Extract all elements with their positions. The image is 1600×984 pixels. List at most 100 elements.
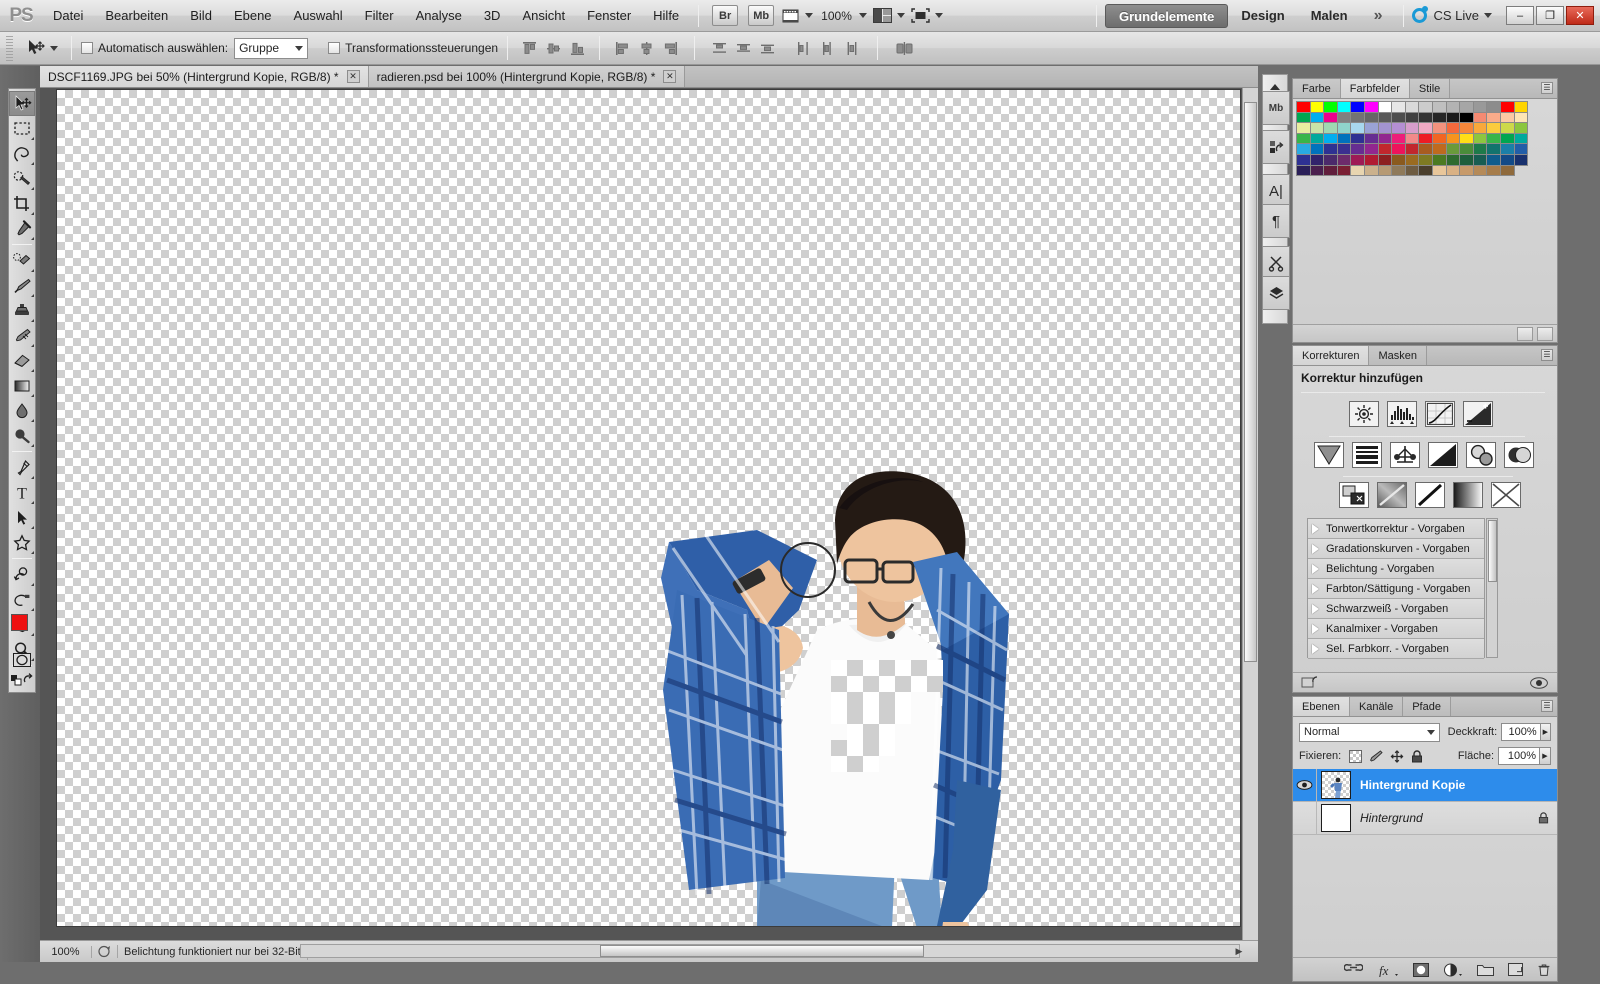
color-swatch[interactable] (1323, 164, 1338, 177)
tab-korrekturen[interactable]: Korrekturen (1293, 346, 1370, 365)
menu-datei[interactable]: Datei (42, 0, 94, 32)
rail-history-icon[interactable] (1262, 130, 1290, 164)
color-swatch[interactable] (1445, 164, 1461, 177)
opacity-field[interactable]: 100% (1501, 723, 1541, 741)
link-layers-icon[interactable] (1344, 963, 1363, 976)
color-swatch[interactable] (1431, 164, 1447, 177)
cs-live-button[interactable]: CS Live (1412, 6, 1492, 23)
tool-default-colors-and-swap[interactable] (9, 669, 35, 689)
auto-align-layers-icon[interactable] (893, 37, 915, 59)
photo-filter-icon[interactable] (1466, 442, 1496, 468)
preset-row[interactable]: Kanalmixer - Vorgaben (1308, 619, 1484, 639)
tool-pen[interactable] (9, 455, 35, 480)
document-tab-dscf1169[interactable]: DSCF1169.JPG bei 50% (Hintergrund Kopie,… (40, 66, 369, 87)
document-window[interactable] (56, 89, 1241, 927)
rail-3d-panel-icon[interactable] (1262, 276, 1290, 310)
invert-icon[interactable] (1339, 482, 1369, 508)
presets-scrollbar[interactable] (1486, 518, 1498, 658)
tool-lasso[interactable] (9, 141, 35, 166)
gradient-map-icon[interactable] (1453, 482, 1483, 508)
color-swatch[interactable] (1418, 164, 1433, 177)
lock-position-icon[interactable] (1390, 749, 1404, 763)
status-zoom-value[interactable]: 100% (40, 945, 92, 958)
color-swatch[interactable] (1404, 164, 1420, 177)
rail-character-panel-icon[interactable]: A| (1262, 174, 1290, 208)
launch-mini-bridge-button[interactable]: Mb (748, 5, 775, 26)
opacity-stepper-icon[interactable]: ▶ (1540, 723, 1551, 741)
panel-menu-icon[interactable]: ☰ (1541, 349, 1553, 361)
preset-row[interactable]: Schwarzweiß - Vorgaben (1308, 599, 1484, 619)
color-swatch[interactable] (1350, 164, 1365, 177)
new-adjustment-layer-icon[interactable] (1443, 963, 1463, 977)
toggle-layer-visibility-icon[interactable] (1529, 676, 1549, 690)
document-tab-radieren[interactable]: radieren.psd bei 100% (Hintergrund Kopie… (368, 66, 686, 87)
black-white-icon[interactable] (1428, 442, 1458, 468)
menu-ansicht[interactable]: Ansicht (511, 0, 576, 32)
tab-pfade[interactable]: Pfade (1403, 697, 1451, 716)
color-balance-icon[interactable] (1390, 442, 1420, 468)
distribute-vcenter-icon[interactable] (732, 37, 754, 59)
tab-farbfelder[interactable]: Farbfelder (1340, 79, 1410, 98)
preset-row[interactable]: Farbton/Sättigung - Vorgaben (1308, 579, 1484, 599)
window-restore-button[interactable]: ❐ (1536, 6, 1564, 25)
color-swatch[interactable] (1377, 164, 1393, 177)
delete-swatch-icon[interactable] (1537, 326, 1553, 341)
rail-scissors-icon[interactable] (1262, 246, 1290, 280)
preset-row[interactable]: Sel. Farbkorr. - Vorgaben (1308, 639, 1484, 659)
tool-move[interactable] (9, 91, 35, 116)
distribute-right-icon[interactable] (840, 37, 862, 59)
lock-all-icon[interactable] (1411, 749, 1423, 763)
arrange-documents-button[interactable] (872, 4, 905, 28)
tool-3d-camera-rotate[interactable] (9, 587, 35, 612)
canvas-vscroll-thumb[interactable] (1244, 102, 1257, 662)
menu-bearbeiten[interactable]: Bearbeiten (94, 0, 179, 32)
layer-visibility-toggle[interactable] (1293, 768, 1317, 802)
layer-visibility-toggle[interactable] (1293, 801, 1317, 835)
tool-spot-healing-brush[interactable] (9, 248, 35, 273)
menu-auswahl[interactable]: Auswahl (283, 0, 354, 32)
tool-3d-object-rotate[interactable] (9, 562, 35, 587)
canvas-hscroll-thumb[interactable] (600, 945, 924, 957)
layer-row-hintergrund-kopie[interactable]: Hintergrund Kopie (1293, 768, 1557, 802)
align-horizontal-centers-icon[interactable] (635, 37, 657, 59)
current-tool-preset-picker[interactable] (21, 38, 62, 58)
menu-bild[interactable]: Bild (179, 0, 223, 32)
brightness-contrast-icon[interactable] (1349, 401, 1379, 427)
color-swatch[interactable] (1513, 153, 1529, 166)
return-to-adjustment-list-icon[interactable] (1301, 675, 1319, 690)
fill-stepper-icon[interactable]: ▶ (1540, 747, 1551, 765)
fill-field[interactable]: 100% (1498, 747, 1540, 765)
posterize-icon[interactable] (1377, 482, 1407, 508)
workspace-design[interactable]: Design (1228, 4, 1297, 28)
auto-select-scope-dropdown[interactable]: Gruppe (234, 37, 309, 59)
menu-hilfe[interactable]: Hilfe (642, 0, 690, 32)
launch-bridge-button[interactable]: Br (712, 5, 739, 26)
exposure-icon[interactable] (1463, 401, 1493, 427)
panel-menu-icon[interactable]: ☰ (1541, 700, 1553, 712)
menu-3d[interactable]: 3D (473, 0, 512, 32)
tool-clone-stamp[interactable] (9, 298, 35, 323)
lock-transparent-pixels-icon[interactable] (1349, 749, 1363, 763)
preset-row[interactable]: Belichtung - Vorgaben (1308, 559, 1484, 579)
color-swatch[interactable] (1363, 164, 1379, 177)
workspace-grundelemente[interactable]: Grundelemente (1105, 3, 1229, 28)
tool-dodge[interactable] (9, 423, 35, 448)
align-top-edges-icon[interactable] (518, 37, 540, 59)
rail-paragraph-panel-icon[interactable]: ¶ (1262, 204, 1290, 238)
menu-fenster[interactable]: Fenster (576, 0, 642, 32)
color-swatch[interactable] (1336, 164, 1352, 177)
close-icon[interactable]: ✕ (663, 70, 677, 83)
tab-ebenen[interactable]: Ebenen (1293, 697, 1350, 716)
threshold-icon[interactable] (1415, 482, 1445, 508)
preset-row[interactable]: Tonwertkorrektur - Vorgaben (1308, 519, 1484, 539)
color-swatch[interactable] (1391, 164, 1406, 177)
selective-color-icon[interactable] (1491, 482, 1521, 508)
tool-eyedropper[interactable] (9, 216, 35, 241)
blend-mode-dropdown[interactable]: Normal (1299, 722, 1440, 742)
canvas-vertical-scrollbar[interactable] (1242, 88, 1258, 940)
tool-eraser[interactable] (9, 348, 35, 373)
align-right-edges-icon[interactable] (659, 37, 681, 59)
layer-style-fx-icon[interactable]: fx (1377, 963, 1399, 977)
color-swatch[interactable] (1499, 164, 1515, 177)
panel-menu-icon[interactable]: ☰ (1541, 82, 1553, 94)
